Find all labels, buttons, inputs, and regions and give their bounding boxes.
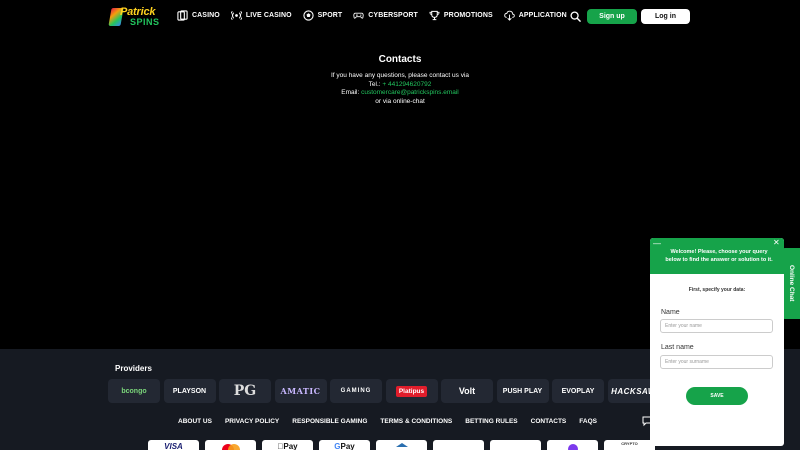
nav-sport-label: SPORT <box>317 12 343 19</box>
provider-label: PUSH PLAY <box>502 387 543 395</box>
provider-label: EVOPLAY <box>561 387 595 395</box>
payment-method-6 <box>433 440 484 450</box>
provider-volt[interactable]: Volt <box>441 379 493 403</box>
payment-label: Pay <box>340 442 355 450</box>
link-responsible-gaming[interactable]: RESPONSIBLE GAMING <box>292 418 367 425</box>
nav-live-casino[interactable]: LIVE CASINO <box>230 10 292 21</box>
online-chat-tab[interactable]: Online Chat <box>783 248 800 319</box>
main-nav: CASINO LIVE CASINO SPORT CYBERSPORT PROM… <box>177 10 578 21</box>
logo[interactable]: Patrick SPINS <box>108 6 164 28</box>
search-icon[interactable] <box>570 11 581 22</box>
provider-amatic[interactable]: AMATIC <box>274 379 327 403</box>
payment-method-5 <box>376 440 427 450</box>
provider-platipus[interactable]: Platipus <box>385 379 438 403</box>
contacts-chat-line: or via online-chat <box>375 97 425 105</box>
link-contacts[interactable]: CONTACTS <box>531 418 567 425</box>
providers-list: bcongo PLAYSON PG AMATIC GAMING Platipus… <box>108 379 663 403</box>
link-privacy-policy[interactable]: PRIVACY POLICY <box>225 418 279 425</box>
provider-playson[interactable]: PLAYSON <box>163 379 216 403</box>
payment-google-pay: G Pay <box>319 440 370 450</box>
payment-logo-icon <box>567 444 578 450</box>
payment-mastercard <box>205 440 256 450</box>
contacts-intro: If you have any questions, please contac… <box>330 72 470 79</box>
nav-casino-label: CASINO <box>192 12 220 19</box>
provider-label: Volt <box>458 386 476 396</box>
nav-casino[interactable]: CASINO <box>177 10 220 21</box>
payment-visa: VISA <box>148 440 199 450</box>
nav-promotions[interactable]: PROMOTIONS <box>429 10 493 21</box>
broadcast-icon <box>230 11 242 20</box>
lastname-input[interactable] <box>660 355 773 369</box>
signup-button[interactable]: Sign up <box>587 9 637 24</box>
chat-header: Welcome! Please, choose your query below… <box>650 238 784 274</box>
name-label: Name <box>661 309 680 316</box>
chat-welcome-text: Welcome! Please, choose your query below… <box>665 249 773 263</box>
payment-methods: VISA Pay GPay CRYPTO <box>148 440 661 450</box>
tel-link[interactable]: + 441294620792 <box>382 81 431 88</box>
provider-bgaming[interactable]: GAMING <box>330 379 382 403</box>
provider-bcongo[interactable]: bcongo <box>108 379 160 403</box>
download-icon <box>503 10 515 21</box>
page-title: Contacts <box>378 54 422 65</box>
nav-sport[interactable]: SPORT <box>303 10 343 21</box>
close-icon[interactable]: ✕ <box>773 239 780 247</box>
online-chat-tab-label: Online Chat <box>788 265 795 302</box>
provider-push-play[interactable]: PUSH PLAY <box>496 379 549 403</box>
link-betting-rules[interactable]: BETTING RULES <box>465 418 517 425</box>
provider-label: PG <box>233 383 257 399</box>
contacts-section: Contacts If you have any questions, plea… <box>0 54 800 106</box>
link-terms[interactable]: TERMS & CONDITIONS <box>380 418 452 425</box>
gamepad-icon <box>353 12 364 19</box>
soccer-ball-icon <box>303 10 314 21</box>
nav-cybersport[interactable]: CYBERSPORT <box>353 10 418 21</box>
provider-label: GAMING <box>340 388 372 394</box>
provider-label: AMATIC <box>280 386 321 396</box>
trophy-icon <box>429 10 440 21</box>
logo-text-bottom: SPINS <box>130 17 160 27</box>
site-header: Patrick SPINS CASINO LIVE CASINO SPORT C… <box>0 0 800 34</box>
minimize-icon[interactable]: — <box>653 240 661 248</box>
payment-label: Pay <box>280 442 297 450</box>
email-link[interactable]: customercare@patrickspins.email <box>361 89 459 96</box>
nav-live-casino-label: LIVE CASINO <box>245 12 292 19</box>
payment-apple-pay: Pay <box>262 440 313 450</box>
email-label: Email: <box>341 89 360 96</box>
provider-label: PLAYSON <box>172 387 207 395</box>
contacts-email-line: Email: customercare@patrickspins.email <box>0 89 800 98</box>
tel-label: Tel.: <box>368 80 381 88</box>
name-input[interactable] <box>660 319 773 333</box>
provider-pg[interactable]: PG <box>219 379 271 403</box>
provider-evoplay[interactable]: EVOPLAY <box>552 379 604 403</box>
payment-crypto: CRYPTO <box>604 440 655 450</box>
link-about-us[interactable]: ABOUT US <box>178 418 212 425</box>
bank-icon <box>395 443 408 447</box>
mastercard-icon <box>221 444 240 450</box>
footer-links: ABOUT US PRIVACY POLICY RESPONSIBLE GAMI… <box>178 418 610 425</box>
chat-widget: Welcome! Please, choose your query below… <box>650 238 784 446</box>
payment-method-7 <box>490 440 541 450</box>
provider-label: bcongo <box>121 387 147 395</box>
login-button[interactable]: Log in <box>641 9 690 24</box>
cards-icon <box>177 10 188 21</box>
link-faqs[interactable]: FAQS <box>579 418 597 425</box>
nav-application[interactable]: APPLICATION <box>503 10 567 21</box>
contacts-tel-line: Tel.: + 441294620792 <box>0 81 800 90</box>
payment-method-8 <box>547 440 598 450</box>
nav-application-label: APPLICATION <box>518 12 567 19</box>
lastname-label: Last name <box>661 344 694 351</box>
provider-label: Platipus <box>395 385 428 397</box>
save-button[interactable]: SAVE <box>686 387 748 405</box>
nav-cybersport-label: CYBERSPORT <box>368 12 418 19</box>
nav-promotions-label: PROMOTIONS <box>443 12 493 19</box>
providers-title: Providers <box>115 364 152 373</box>
chat-subtitle: First, specify your data: <box>688 287 746 293</box>
